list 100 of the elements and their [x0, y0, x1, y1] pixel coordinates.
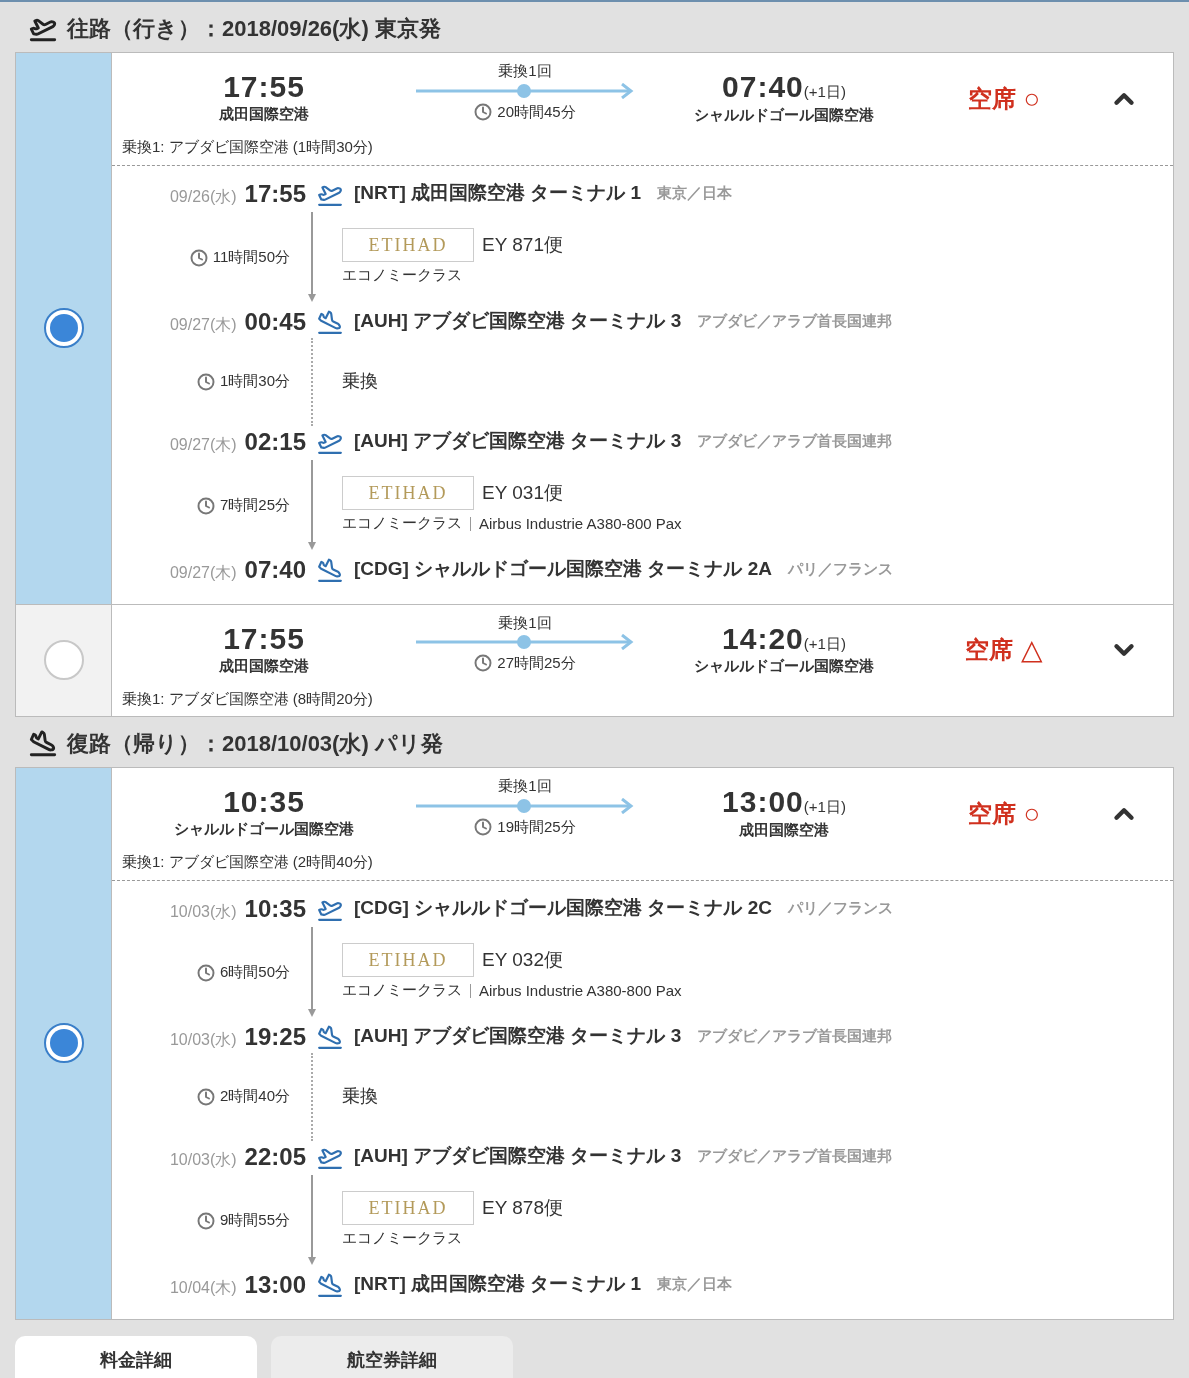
region-text: アブダビ／アラブ首長国連邦 — [697, 1146, 893, 1167]
cabin-text: エコノミークラス — [342, 1228, 462, 1249]
flight-number: EY 871便 — [482, 233, 563, 257]
airline-logo: ETIHAD — [342, 476, 474, 511]
date-text: 10/03(水) — [169, 1029, 237, 1050]
airline-logo: ETIHAD — [342, 228, 474, 263]
region-text: パリ／フランス — [788, 898, 893, 919]
time-text: 02:15 — [244, 426, 306, 457]
time-text: 19:25 — [244, 1021, 306, 1052]
airport-text: [AUH] アブダビ国際空港 ターミナル 3 — [354, 1024, 682, 1049]
arrival-airport: シャルルドゴール国際空港 — [694, 104, 874, 125]
date-text: 09/27(木) — [169, 314, 237, 335]
airport-text: [AUH] アブダビ国際空港 ターミナル 3 — [354, 1144, 682, 1169]
availability-text: 空席 — [967, 798, 1016, 829]
time-text: 07:40 — [244, 554, 306, 585]
transfer-note: 乗換1: アブダビ国際空港 (8時間20分) — [121, 688, 374, 709]
region-text: アブダビ／アラブ首長国連邦 — [697, 311, 893, 332]
landing-icon — [317, 1271, 343, 1298]
time-text: 22:05 — [244, 1141, 306, 1172]
region-text: 東京／日本 — [657, 1274, 733, 1295]
transfer-label: 乗換 — [342, 1086, 378, 1106]
aircraft-text: Airbus Industrie A380-800 Pax — [470, 983, 682, 998]
flight-number: EY 031便 — [482, 481, 563, 505]
aircraft-text: Airbus Industrie A380-800 Pax — [470, 516, 682, 531]
airport-text: [CDG] シャルルドゴール国際空港 ターミナル 2C — [354, 896, 772, 921]
date-text: 10/03(水) — [169, 901, 237, 922]
clock-icon — [196, 1087, 215, 1106]
region-text: パリ／フランス — [788, 559, 893, 580]
clock-icon — [196, 372, 215, 391]
clock-icon — [474, 102, 493, 121]
stops-text: 乗換1回 — [498, 612, 552, 633]
departure-airport: 成田国際空港 — [219, 104, 309, 125]
departure-time: 10:35 — [223, 786, 305, 819]
clock-icon — [474, 654, 493, 673]
region-text: アブダビ／アラブ首長国連邦 — [697, 431, 893, 452]
cabin-text: エコノミークラス — [342, 980, 462, 1001]
tab[interactable]: 料金詳細 — [15, 1335, 257, 1378]
departure-time: 17:55 — [223, 71, 305, 104]
clock-icon — [196, 1211, 215, 1230]
date-text: 10/03(水) — [169, 1149, 237, 1170]
departure-time: 17:55 — [223, 622, 305, 655]
cabin-text: エコノミークラス — [342, 513, 462, 534]
airport-text: [CDG] シャルルドゴール国際空港 ターミナル 2A — [354, 557, 772, 582]
availability-mark: △ — [1021, 633, 1043, 667]
section-title: 復路（帰り）：2018/10/03(水) パリ発 — [67, 729, 443, 758]
date-text: 10/04(木) — [169, 1277, 237, 1298]
arrival-time: 14:20 — [722, 622, 804, 655]
time-text: 13:00 — [244, 1269, 306, 1300]
departure-airport: 成田国際空港 — [219, 655, 309, 676]
transfer-note: 乗換1: アブダビ国際空港 (2時間40分) — [121, 852, 374, 872]
arrival-time: 07:40 — [722, 71, 804, 103]
clock-icon — [189, 248, 208, 267]
airport-text: [NRT] 成田国際空港 ターミナル 1 — [354, 1272, 642, 1297]
availability-text: 空席 — [967, 83, 1016, 114]
flight-number: EY 878便 — [482, 1196, 563, 1220]
airport-text: [NRT] 成田国際空港 ターミナル 1 — [354, 181, 642, 206]
landing-icon — [29, 729, 57, 757]
tab[interactable]: 航空券詳細 — [271, 1335, 513, 1378]
transfer-label: 乗換 — [342, 371, 378, 391]
next-day-text: (+1日) — [803, 83, 846, 102]
clock-icon — [196, 963, 215, 982]
duration-text: 11時間50分 — [212, 247, 290, 268]
clock-icon — [474, 817, 493, 836]
date-text: 09/27(木) — [169, 562, 237, 583]
duration-text: 7時間25分 — [219, 495, 290, 516]
availability-mark: ○ — [1023, 81, 1041, 116]
radio-button[interactable] — [43, 308, 84, 349]
time-text: 10:35 — [244, 893, 306, 924]
airport-text: [AUH] アブダビ国際空港 ターミナル 3 — [354, 309, 682, 334]
time-text: 17:55 — [244, 178, 306, 209]
region-text: アブダビ／アラブ首長国連邦 — [697, 1026, 893, 1047]
duration-text: 27時間25分 — [497, 653, 576, 673]
duration-text: 20時間45分 — [497, 101, 576, 122]
stops-text: 乗換1回 — [498, 61, 552, 81]
duration-text: 2時間40分 — [219, 1086, 290, 1107]
next-day-text: (+1日) — [803, 634, 846, 654]
arrival-time: 13:00 — [722, 786, 804, 818]
arrival-airport: シャルルドゴール国際空港 — [694, 656, 874, 676]
arrival-airport: 成田国際空港 — [739, 819, 829, 840]
transfer-note: 乗換1: アブダビ国際空港 (1時間30分) — [121, 137, 374, 157]
landing-icon — [317, 1023, 343, 1050]
duration-text: 9時間55分 — [219, 1210, 290, 1231]
availability-text: 空席 — [965, 635, 1013, 665]
landing-icon — [317, 308, 343, 335]
airline-logo: ETIHAD — [342, 1191, 474, 1226]
region-text: 東京／日本 — [657, 183, 733, 204]
next-day-text: (+1日) — [803, 798, 846, 817]
stops-text: 乗換1回 — [498, 776, 552, 796]
radio-button[interactable] — [43, 640, 84, 681]
airport-text: [AUH] アブダビ国際空港 ターミナル 3 — [354, 429, 682, 454]
duration-text: 19時間25分 — [497, 816, 576, 837]
radio-button[interactable] — [43, 1023, 84, 1064]
duration-text: 1時間30分 — [219, 371, 290, 392]
duration-text: 6時間50分 — [219, 962, 290, 983]
landing-icon — [317, 556, 343, 583]
clock-icon — [196, 496, 215, 515]
date-text: 09/27(木) — [169, 434, 237, 455]
time-text: 00:45 — [244, 306, 306, 337]
availability-mark: ○ — [1023, 796, 1041, 831]
date-text: 09/26(水) — [169, 186, 237, 207]
